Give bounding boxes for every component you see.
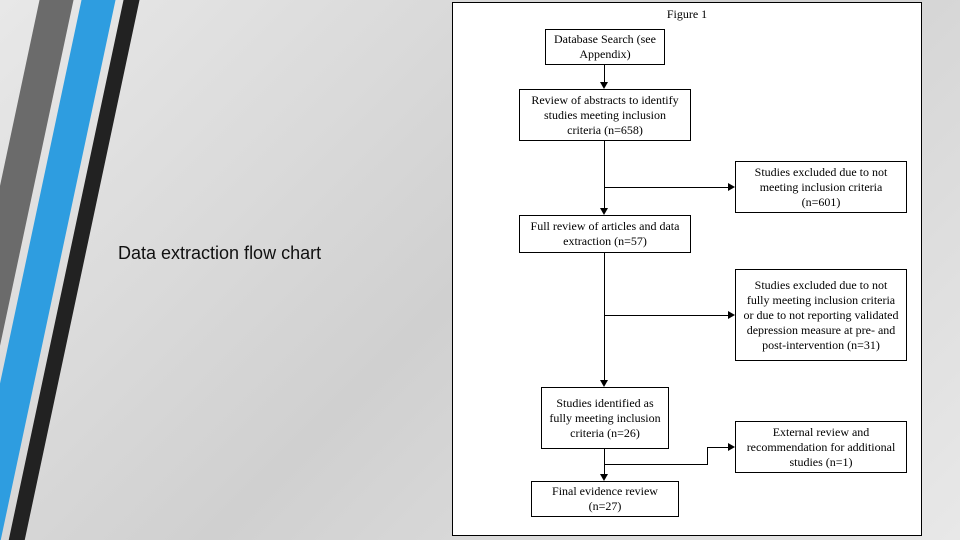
flow-box-excluded-31: Studies excluded due to not fully meetin…	[735, 269, 907, 361]
arrow-line	[604, 141, 605, 208]
flow-box-database-search: Database Search (see Appendix)	[545, 29, 665, 65]
flow-box-final-review: Final evidence review (n=27)	[531, 481, 679, 517]
arrow-line	[707, 447, 728, 448]
arrow-line	[604, 187, 728, 188]
arrow-line	[604, 464, 708, 465]
flow-box-review-abstracts: Review of abstracts to identify studies …	[519, 89, 691, 141]
arrowhead-down-icon	[600, 380, 608, 387]
arrowhead-down-icon	[600, 208, 608, 215]
arrow-line	[707, 447, 708, 464]
figure-1: Figure 1 Database Search (see Appendix) …	[452, 2, 922, 536]
arrow-line	[604, 449, 605, 474]
accent-stripes	[0, 0, 260, 540]
flow-box-studies-identified: Studies identified as fully meeting incl…	[541, 387, 669, 449]
arrowhead-right-icon	[728, 311, 735, 319]
arrowhead-down-icon	[600, 82, 608, 89]
arrow-line	[604, 315, 728, 316]
arrowhead-down-icon	[600, 474, 608, 481]
slide-title: Data extraction flow chart	[118, 243, 321, 264]
arrow-line	[604, 253, 605, 380]
arrowhead-right-icon	[728, 443, 735, 451]
figure-label: Figure 1	[453, 7, 921, 22]
flow-box-excluded-601: Studies excluded due to not meeting incl…	[735, 161, 907, 213]
flow-box-full-review: Full review of articles and data extract…	[519, 215, 691, 253]
arrowhead-right-icon	[728, 183, 735, 191]
arrow-line	[604, 65, 605, 82]
slide: Data extraction flow chart Figure 1 Data…	[0, 0, 960, 540]
flow-box-external-review: External review and recommendation for a…	[735, 421, 907, 473]
